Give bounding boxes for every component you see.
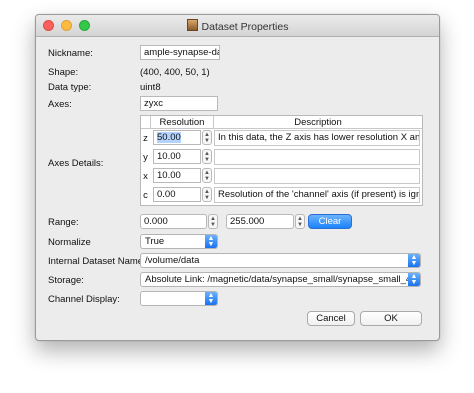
resolution-field-z[interactable]: 50.00 (153, 130, 201, 145)
resolution-stepper-x[interactable]: ▲ ▼ (202, 168, 212, 183)
description-header: Description (214, 116, 422, 129)
window-title: Dataset Properties (36, 19, 439, 33)
resolution-field-y[interactable]: 10.00 (153, 149, 201, 164)
channel-display-dropdown[interactable]: ▲ ▼ (140, 291, 218, 306)
normalize-dropdown[interactable]: True ▲ ▼ (140, 234, 218, 249)
shape-label: Shape: (48, 67, 79, 78)
internal-dataset-name-label: Internal Dataset Name: (48, 256, 146, 267)
storage-dropdown[interactable]: Absolute Link: /magnetic/data/synapse_sm… (140, 272, 421, 287)
description-field-y[interactable] (214, 149, 420, 165)
axes-details-table: Resolution Description z 50.00 ▲ ▼ In thi… (140, 115, 423, 206)
document-icon (186, 19, 198, 31)
data-type-label: Data type: (48, 82, 92, 93)
axes-field[interactable]: zyxc (140, 96, 218, 111)
chevron-updown-icon: ▲ ▼ (205, 292, 217, 305)
range-max-stepper[interactable]: ▲ ▼ (295, 214, 305, 229)
storage-label: Storage: (48, 275, 84, 286)
description-field-c[interactable]: Resolution of the 'channel' axis (if pre… (214, 187, 420, 203)
axes-details-label: Axes Details: (48, 158, 104, 169)
channel-display-label: Channel Display: (48, 294, 120, 305)
axis-label-y: y (143, 152, 148, 163)
nickname-label: Nickname: (48, 48, 93, 59)
ok-button[interactable]: OK (360, 311, 422, 326)
resolution-stepper-z[interactable]: ▲ ▼ (202, 130, 212, 145)
description-field-x[interactable] (214, 168, 420, 184)
title-bar: Dataset Properties (36, 15, 439, 37)
axis-label-c: c (143, 190, 148, 201)
range-min-field[interactable]: 0.000 (140, 214, 207, 229)
storage-value: Absolute Link: /magnetic/data/synapse_sm… (145, 274, 421, 285)
axes-label: Axes: (48, 99, 72, 110)
shape-value: (400, 400, 50, 1) (140, 67, 210, 78)
range-min-stepper[interactable]: ▲ ▼ (208, 214, 218, 229)
resolution-field-x[interactable]: 10.00 (153, 168, 201, 183)
chevron-updown-icon: ▲ ▼ (205, 235, 217, 248)
axis-header-blank (141, 116, 151, 129)
normalize-value: True (145, 236, 165, 247)
resolution-field-c[interactable]: 0.00 (153, 187, 201, 202)
resolution-stepper-c[interactable]: ▲ ▼ (202, 187, 212, 202)
clear-button[interactable]: Clear (308, 214, 352, 229)
range-max-field[interactable]: 255.000 (226, 214, 294, 229)
resolution-stepper-y[interactable]: ▲ ▼ (202, 149, 212, 164)
nickname-field[interactable]: ample-synapse-data (140, 45, 220, 60)
chevron-updown-icon: ▲ ▼ (408, 254, 420, 267)
axis-label-x: x (143, 171, 148, 182)
cancel-button[interactable]: Cancel (307, 311, 355, 326)
window-title-text: Dataset Properties (201, 21, 289, 33)
internal-dataset-name-value: /volume/data (145, 255, 200, 266)
resolution-header: Resolution (151, 116, 214, 129)
dataset-properties-dialog: Dataset Properties Nickname: ample-synap… (35, 14, 440, 341)
range-label: Range: (48, 217, 79, 228)
resolution-value-z: 50.00 (157, 132, 181, 143)
description-field-z[interactable]: In this data, the Z axis has lower resol… (214, 130, 420, 146)
normalize-label: Normalize (48, 237, 91, 248)
data-type-value: uint8 (140, 82, 161, 93)
internal-dataset-name-dropdown[interactable]: /volume/data ▲ ▼ (140, 253, 421, 268)
axis-label-z: z (143, 133, 148, 144)
chevron-updown-icon: ▲ ▼ (408, 273, 420, 286)
